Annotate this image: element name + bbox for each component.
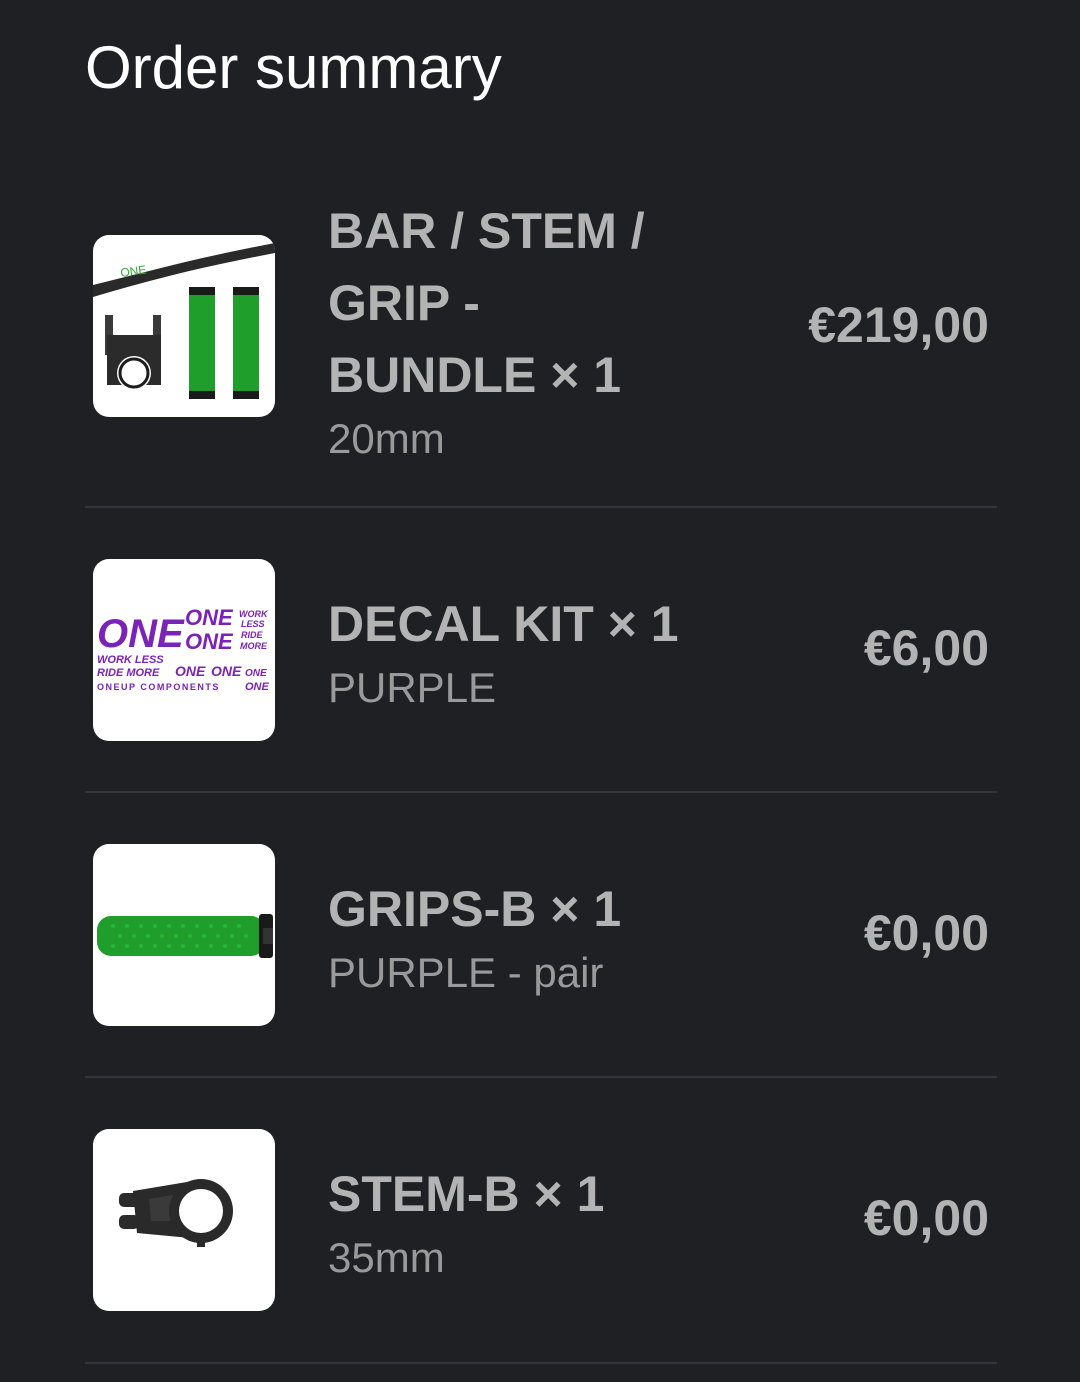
svg-text:RIDE: RIDE — [241, 630, 263, 640]
decal-kit-image: ONE ONE ONE WORK LESS RIDE MORE WORK LES… — [93, 559, 275, 741]
item-price: €0,00 — [863, 905, 989, 961]
item-info: STEM-B × 1 35mm — [328, 1158, 688, 1286]
grips-image — [93, 844, 275, 1026]
svg-text:LESS: LESS — [241, 619, 265, 629]
item-name: STEM-B × 1 — [328, 1166, 605, 1222]
svg-text:ONE: ONE — [211, 663, 242, 679]
item-variant: 20mm — [328, 415, 445, 462]
svg-text:MORE: MORE — [240, 641, 268, 651]
svg-text:WORK: WORK — [239, 609, 269, 619]
svg-text:WORK LESS: WORK LESS — [97, 654, 164, 666]
item-name: DECAL KIT × 1 — [328, 596, 679, 652]
item-variant: 35mm — [328, 1234, 445, 1281]
page-title: Order summary — [85, 34, 502, 101]
item-price: €219,00 — [808, 297, 989, 353]
bar-stem-grip-bundle-image: ONE — [93, 235, 275, 417]
svg-text:ONE: ONE — [245, 668, 267, 679]
order-summary-page: Order summary ONE BAR / STEM / GRIP - BU… — [0, 0, 1080, 1382]
svg-text:ONEUP COMPONENTS: ONEUP COMPONENTS — [97, 682, 220, 692]
item-price: €0,00 — [863, 1190, 989, 1246]
item-variant: PURPLE - pair — [328, 949, 604, 996]
svg-text:RIDE MORE: RIDE MORE — [97, 667, 160, 679]
svg-text:ONE: ONE — [175, 663, 206, 679]
item-info: DECAL KIT × 1 PURPLE — [328, 588, 688, 716]
divider — [85, 1362, 997, 1364]
svg-text:ONE: ONE — [245, 681, 270, 693]
item-price: €6,00 — [863, 620, 989, 676]
svg-text:ONE: ONE — [97, 612, 185, 656]
svg-text:ONE: ONE — [185, 605, 234, 630]
item-variant: PURPLE — [328, 664, 497, 711]
item-info: GRIPS-B × 1 PURPLE - pair — [328, 873, 688, 1001]
list-item: ONE BAR / STEM / GRIP - BUNDLE × 1 20mm … — [85, 195, 997, 465]
item-info: BAR / STEM / GRIP - BUNDLE × 1 20mm — [328, 195, 688, 467]
list-item: GRIPS-B × 1 PURPLE - pair €0,00 — [85, 793, 997, 1077]
item-name: GRIPS-B × 1 — [328, 881, 622, 937]
svg-text:ONE: ONE — [185, 629, 234, 654]
list-item: STEM-B × 1 35mm €0,00 — [85, 1078, 997, 1362]
item-name: BAR / STEM / GRIP - BUNDLE × 1 — [328, 203, 645, 403]
stem-image — [93, 1129, 275, 1311]
list-item: ONE ONE ONE WORK LESS RIDE MORE WORK LES… — [85, 508, 997, 792]
